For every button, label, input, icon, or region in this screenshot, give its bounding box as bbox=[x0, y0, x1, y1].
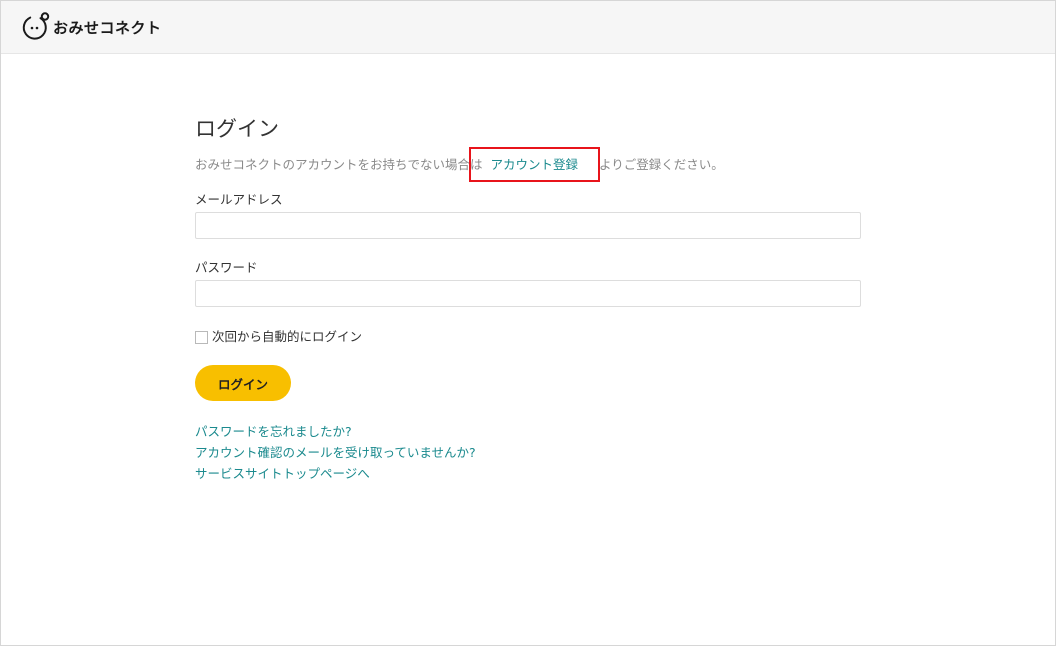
brand-logo-link[interactable]: おみせコネクト bbox=[21, 10, 162, 44]
login-panel: ログイン おみせコネクトのアカウントをお持ちでない場合は アカウント登録 よりご登… bbox=[195, 113, 861, 484]
password-field[interactable] bbox=[195, 280, 861, 307]
top-header: おみせコネクト bbox=[1, 1, 1055, 54]
page-title: ログイン bbox=[195, 117, 279, 141]
email-field[interactable] bbox=[195, 212, 861, 239]
brand-name: おみせコネクト bbox=[53, 18, 162, 37]
forgot-password-link[interactable]: パスワードを忘れましたか? bbox=[195, 421, 861, 442]
lead-text-before: おみせコネクトのアカウントをお持ちでない場合は bbox=[195, 157, 483, 172]
account-register-link[interactable]: アカウント登録 bbox=[468, 147, 600, 182]
lead-text-after: よりご登録ください。 bbox=[599, 157, 724, 172]
smiley-face-icon bbox=[22, 12, 50, 40]
email-label: メールアドレス bbox=[195, 192, 283, 207]
service-top-link[interactable]: サービスサイトトップページへ bbox=[195, 463, 861, 484]
resend-confirmation-link[interactable]: アカウント確認のメールを受け取っていませんか? bbox=[195, 442, 861, 463]
remember-me-label: 次回から自動的にログイン bbox=[212, 329, 363, 344]
remember-me-row[interactable]: 次回から自動的にログイン bbox=[195, 328, 861, 346]
password-label: パスワード bbox=[195, 260, 258, 275]
registration-lead-text: おみせコネクトのアカウントをお持ちでない場合は アカウント登録 よりご登録ください… bbox=[195, 147, 861, 182]
login-button[interactable]: ログイン bbox=[195, 365, 291, 401]
help-links: パスワードを忘れましたか? アカウント確認のメールを受け取っていませんか? サー… bbox=[195, 421, 861, 484]
remember-me-checkbox[interactable] bbox=[195, 330, 208, 344]
